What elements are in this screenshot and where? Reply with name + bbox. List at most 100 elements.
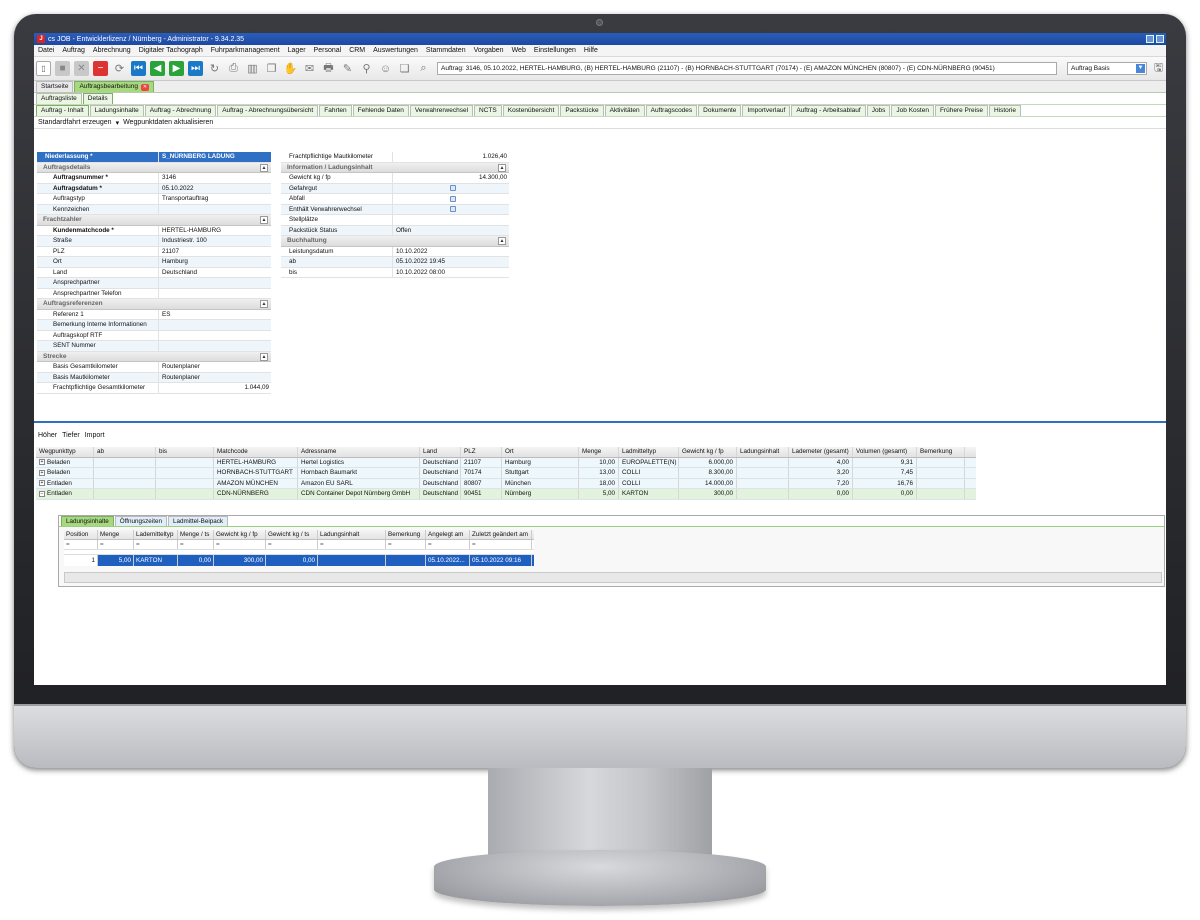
close-window-icon[interactable] (1156, 35, 1164, 43)
field-value[interactable] (393, 215, 509, 225)
column-header-ladungsinhalt[interactable]: Ladungsinhalt (318, 530, 386, 539)
tab-verwahrerwechsel[interactable]: Verwahrerwechsel (409, 105, 474, 116)
field-value[interactable]: 21107 (159, 247, 271, 257)
close-tab-icon[interactable]: ✕ (141, 84, 150, 91)
field-row-enthalt-verwahrerwechsel[interactable]: Enthält Verwahrerwechsel (281, 204, 509, 215)
table-cell[interactable]: 05.10.2022 09:16 (470, 555, 532, 566)
table-row[interactable]: − Entladen CDN-NÜRNBERG CDN Container Depot… (36, 489, 976, 500)
dropdown-arrow-icon[interactable]: ▾ (116, 119, 120, 127)
table-cell[interactable]: 05.10.2022... (426, 555, 470, 566)
print-icon[interactable]: ⎙ (226, 61, 241, 76)
last-record-icon[interactable]: ⏭ (188, 61, 203, 76)
menu-item-einstellungen[interactable]: Einstellungen (534, 47, 576, 54)
previous-record-icon[interactable]: ◀ (150, 61, 165, 76)
cancel-icon[interactable]: ✕ (74, 61, 89, 76)
first-record-icon[interactable]: ⏮ (131, 61, 146, 76)
tab-auftrag-inhalt[interactable]: Auftrag - Inhalt (36, 105, 89, 116)
column-header-bemerkung[interactable]: Bemerkung (386, 530, 426, 539)
menu-item-vorgaben[interactable]: Vorgaben (474, 47, 504, 54)
field-value[interactable] (159, 289, 271, 299)
collapse-icon[interactable]: ▲ (260, 216, 268, 224)
menu-item-stammdaten[interactable]: Stammdaten (426, 47, 466, 54)
expand-row-icon[interactable]: + (39, 480, 45, 487)
user-icon[interactable]: ☺ (378, 61, 393, 76)
tab-ladungsinhalte[interactable]: Ladungsinhalte (89, 105, 144, 116)
column-header-lademitteltyp[interactable]: Lademitteltyp (134, 530, 178, 539)
column-header-position[interactable]: Position (64, 530, 98, 539)
menu-item-lager[interactable]: Lager (288, 47, 306, 54)
field-row-kundenmatchcode[interactable]: Kundenmatchcode * HERTEL-HAMBURG (37, 225, 271, 236)
column-header-wegpunkttyp[interactable]: Wegpunkttyp (36, 447, 94, 457)
field-value[interactable]: 05.10.2022 (159, 184, 271, 194)
filter-cell[interactable]: = (214, 540, 266, 549)
field-row-auftragskopf-rtf[interactable]: Auftragskopf RTF (37, 330, 271, 341)
next-record-icon[interactable]: ▶ (169, 61, 184, 76)
tab-auftrag-abrechnungsubersicht[interactable]: Auftrag - Abrechnungsübersicht (217, 105, 319, 116)
column-header-gewicht-kg-fp[interactable]: Gewicht kg / fp (214, 530, 266, 539)
field-row-frachtpflichtige-gesamtkilometer[interactable]: Frachtpflichtige Gesamtkilometer 1.044,09 (37, 383, 271, 394)
filter-cell[interactable]: = (178, 540, 214, 549)
tab-historie[interactable]: Historie (988, 105, 1021, 116)
field-row-basis-gesamtkilometer[interactable]: Basis Gesamtkilometer Routenplaner (37, 362, 271, 373)
checkbox[interactable] (449, 195, 456, 202)
menu-item-personal[interactable]: Personal (314, 47, 342, 54)
tab-packstucke[interactable]: Packstücke (560, 105, 604, 116)
tab-startseite[interactable]: Startseite (36, 81, 74, 92)
table-cell[interactable]: 5,00 (98, 555, 134, 566)
tab-ncts[interactable]: NCTS (474, 105, 502, 116)
filter-cell[interactable]: = (98, 540, 134, 549)
field-value[interactable]: 05.10.2022 19:45 (393, 257, 509, 267)
field-row-bemerkung-interne-informationen[interactable]: Bemerkung Interne Informationen (37, 320, 271, 331)
menu-item-web[interactable]: Web (512, 47, 526, 54)
column-header-volumen-gesamt[interactable]: Volumen (gesamt) (853, 447, 917, 457)
tab-auftrag-abrechnung[interactable]: Auftrag - Abrechnung (144, 105, 217, 116)
field-value[interactable] (159, 320, 271, 330)
chevron-down-icon[interactable]: ▼ (1136, 64, 1145, 73)
restore-icon[interactable] (1146, 35, 1154, 43)
table-row[interactable]: + Beladen HORNBACH-STUTTGART Hornbach Bauma… (36, 468, 976, 479)
column-header-menge[interactable]: Menge (579, 447, 619, 457)
note-icon[interactable]: ✎ (340, 61, 355, 76)
order-summary-field[interactable]: Auftrag: 3146, 05.10.2022, HERTEL-HAMBUR… (437, 62, 1057, 75)
menu-item-fuhrparkmanagement[interactable]: Fuhrparkmanagement (211, 47, 280, 54)
email-icon[interactable]: ✉ (302, 61, 317, 76)
menu-item-datei[interactable]: Datei (38, 47, 54, 54)
expand-row-icon[interactable]: + (39, 469, 45, 476)
field-value[interactable] (159, 341, 271, 351)
column-header-lademeter-gesamt[interactable]: Lademeter (gesamt) (789, 447, 853, 457)
table-cell[interactable]: 0,00 (266, 555, 318, 566)
column-header-zuletzt-geandert-am[interactable]: Zuletzt geändert am (470, 530, 532, 539)
field-row-sent-nummer[interactable]: SENT Nummer (37, 341, 271, 352)
field-value[interactable] (159, 205, 271, 215)
column-header-ab[interactable]: ab (94, 447, 156, 457)
filter-cell[interactable]: = (386, 540, 426, 549)
field-row-kennzeichen[interactable]: Kennzeichen (37, 204, 271, 215)
niederlassung-value[interactable]: S_NÜRNBERG LADUNG (159, 152, 271, 162)
menu-item-auftrag[interactable]: Auftrag (62, 47, 85, 54)
tab-auftrag-arbeitsablauf[interactable]: Auftrag - Arbeitsablauf (791, 105, 866, 116)
table-cell[interactable]: 1 (64, 555, 98, 566)
mautkilometer-row[interactable]: Frachtpflichtige Mautkilometer 1.026,40 (281, 152, 509, 163)
horizontal-scrollbar[interactable] (64, 572, 1162, 583)
field-row-referenz-1[interactable]: Referenz 1 ES (37, 309, 271, 320)
link-icon[interactable]: ⚲ (359, 61, 374, 76)
field-value[interactable]: 14.300,00 (393, 173, 509, 183)
tab-dokumente[interactable]: Dokumente (698, 105, 742, 116)
mautkilometer-value[interactable]: 1.026,40 (393, 152, 509, 162)
table-cell[interactable] (386, 555, 426, 566)
panel-splitter[interactable] (34, 421, 1166, 423)
copy-icon[interactable]: ❐ (264, 61, 279, 76)
field-row-ab[interactable]: ab 05.10.2022 19:45 (281, 257, 509, 268)
filter-cell[interactable]: = (64, 540, 98, 549)
table-cell[interactable]: 300,00 (214, 555, 266, 566)
field-value[interactable] (393, 184, 509, 194)
column-header-land[interactable]: Land (420, 447, 461, 457)
field-row-ansprechpartner[interactable]: Ansprechpartner (37, 278, 271, 289)
field-row-plz[interactable]: PLZ 21107 (37, 246, 271, 257)
field-value[interactable]: ES (159, 310, 271, 320)
tab-auftragsbearbeitung[interactable]: Auftragsbearbeitung ✕ (74, 81, 155, 92)
save-icon[interactable]: ■ (55, 61, 70, 76)
table-row[interactable]: 1 5,00 KARTON 0,00 300,00 0,00 05.10.2022... 05… (64, 555, 534, 566)
menu-item-crm[interactable]: CRM (349, 47, 365, 54)
tab-oeffnungszeiten[interactable]: Öffnungszeiten (114, 516, 167, 526)
